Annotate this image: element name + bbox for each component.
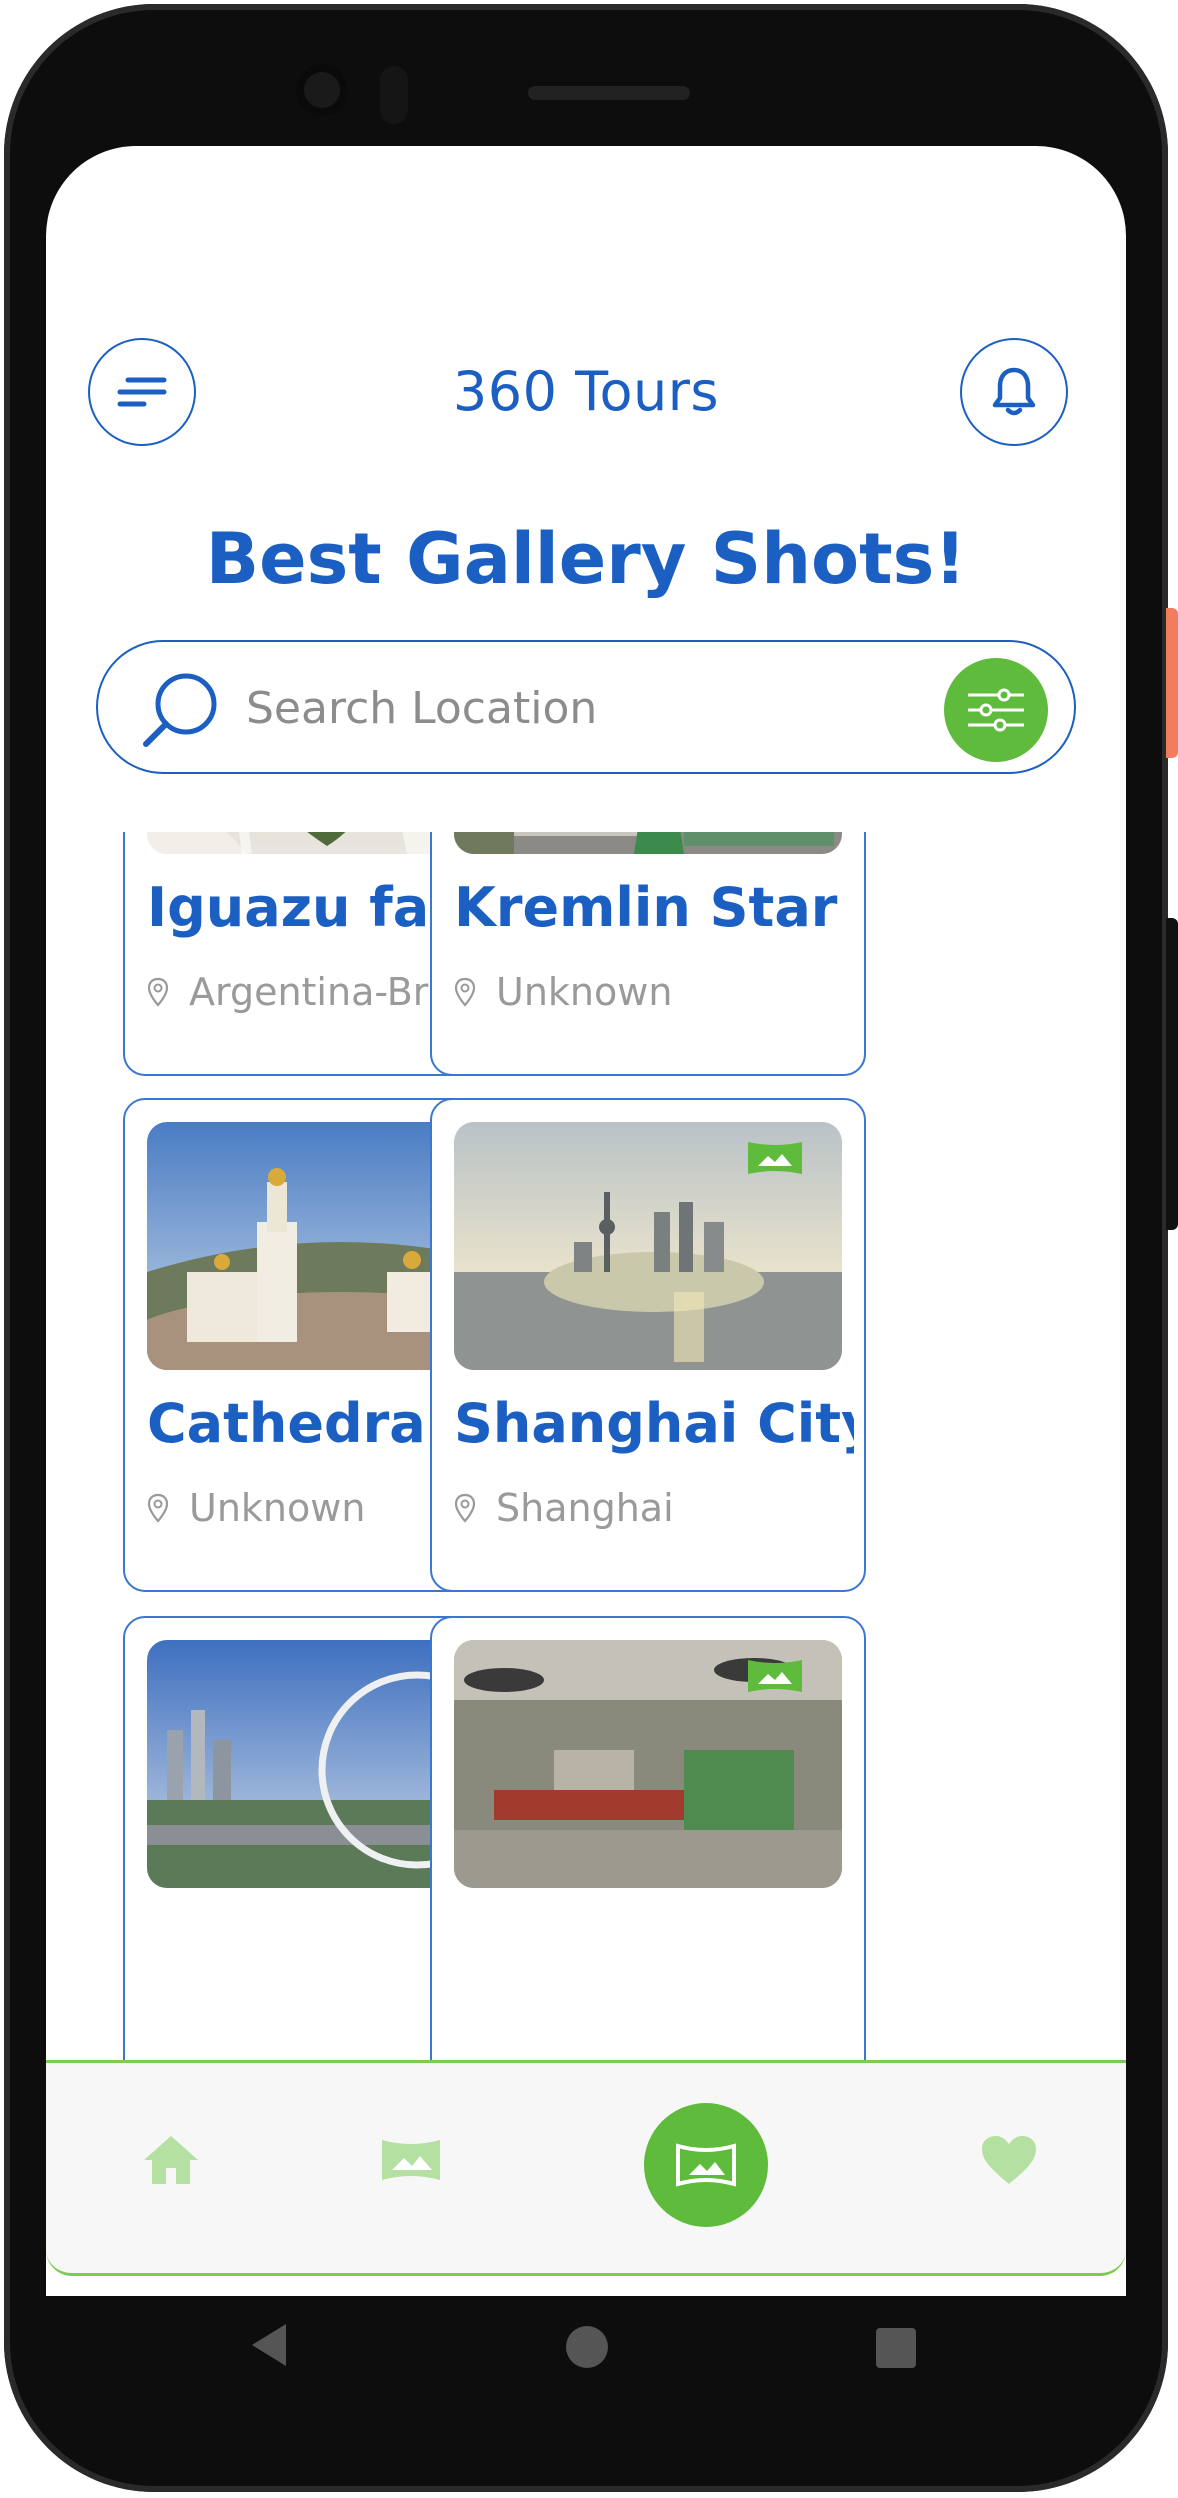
nav-favorites[interactable] — [974, 2125, 1044, 2195]
panorama-badge-icon — [748, 1660, 802, 1692]
card-title: Kremlin Star — [454, 876, 838, 939]
nav-home[interactable] — [136, 2125, 206, 2195]
card-location: Unknown — [147, 1484, 365, 1532]
sensor — [380, 66, 408, 124]
app-screen: 360 Tours Best Gallery Shots! Search Loc… — [46, 146, 1126, 2296]
home-circle-icon[interactable] — [566, 2326, 608, 2368]
earpiece-speaker — [528, 86, 690, 100]
card-location: Unknown — [454, 968, 672, 1016]
search-icon — [143, 673, 217, 747]
power-button — [1166, 608, 1178, 758]
gallery-card[interactable]: Kremlin Star Unknown — [430, 832, 866, 1076]
card-location-text: Unknown — [496, 970, 673, 1014]
page-headline: Best Gallery Shots! — [205, 518, 967, 600]
home-icon — [144, 2136, 198, 2184]
sliders-icon — [968, 688, 1024, 732]
filter-button[interactable] — [944, 658, 1048, 762]
location-pin-icon — [454, 1493, 476, 1523]
back-icon[interactable] — [250, 2322, 290, 2368]
card-title: Shanghai City — [454, 1392, 854, 1455]
card-location: Shanghai — [454, 1484, 674, 1532]
card-location-text: Unknown — [189, 1486, 366, 1530]
volume-button — [1166, 918, 1178, 1230]
search-bar — [96, 640, 1076, 774]
bell-icon — [992, 367, 1036, 416]
gallery-card[interactable]: Shanghai City Shanghai — [430, 1098, 866, 1592]
location-pin-icon — [454, 977, 476, 1007]
gallery-card[interactable] — [430, 1616, 866, 2110]
heart-icon — [982, 2136, 1036, 2184]
bottom-navigation — [46, 2060, 1126, 2276]
location-pin-icon — [147, 977, 169, 1007]
search-input[interactable] — [244, 672, 888, 744]
system-navigation-bar — [46, 2296, 1126, 2406]
panorama-icon — [676, 2143, 736, 2187]
nav-gallery[interactable] — [376, 2125, 446, 2195]
panorama-badge-icon — [748, 1142, 802, 1174]
phone-frame: 360 Tours Best Gallery Shots! Search Loc… — [0, 0, 1178, 2498]
gallery-grid: Iguazu falls Argentina-Brazil Kremlin St… — [46, 832, 1126, 2210]
front-camera — [296, 64, 348, 116]
card-location-text: Shanghai — [496, 1486, 674, 1530]
nav-panorama-active[interactable] — [644, 2103, 768, 2227]
recent-apps-icon[interactable] — [876, 2328, 916, 2368]
gallery-icon — [382, 2140, 440, 2180]
card-image — [454, 832, 842, 854]
notifications-button[interactable] — [960, 338, 1068, 446]
location-pin-icon — [147, 1493, 169, 1523]
